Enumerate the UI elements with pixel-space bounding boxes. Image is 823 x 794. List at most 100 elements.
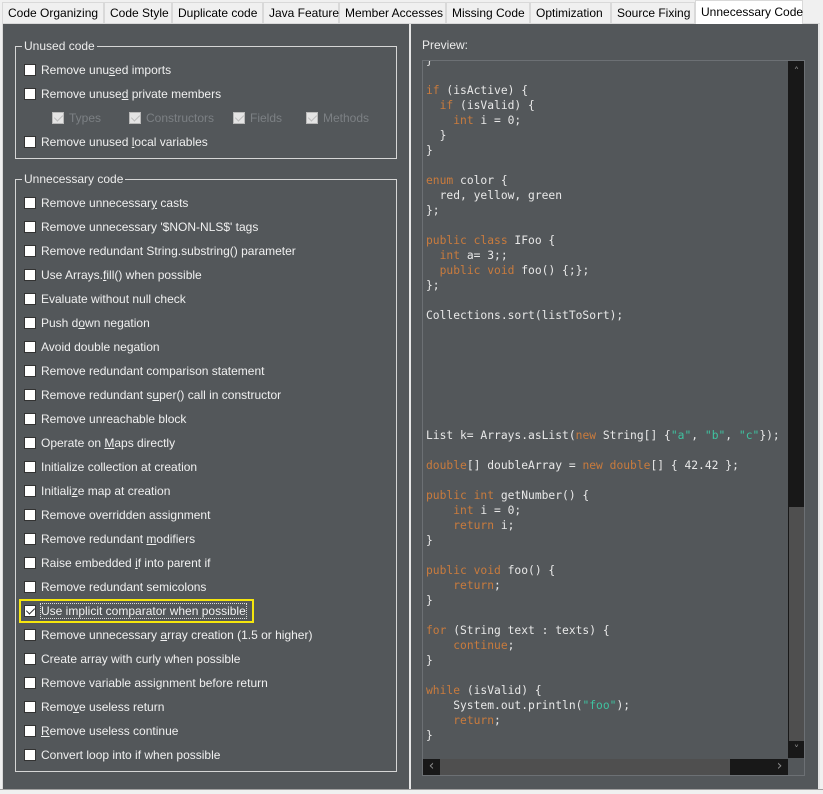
scroll-down-icon[interactable]: ˅: [788, 741, 804, 758]
code-keyword: double: [426, 459, 467, 472]
tab-java-feature[interactable]: Java Feature: [263, 2, 339, 24]
preview-code-area[interactable]: } if (isActive) { if (isValid) { int i = …: [422, 60, 805, 776]
checkbox-box[interactable]: [24, 269, 36, 281]
avoid-double-negation-checkbox[interactable]: Avoid double negation: [24, 339, 160, 355]
remove-unnecessary-non-nls-tags-checkbox[interactable]: Remove unnecessary '$NON-NLS$' tags: [24, 219, 258, 235]
sub-option-methods-checkbox[interactable]: Methods: [306, 110, 369, 126]
unnecessary-code-page: Unused code Remove unused imports Remove…: [2, 23, 820, 790]
checkbox-box[interactable]: [24, 64, 36, 76]
remove-redundant-modifiers-checkbox[interactable]: Remove redundant modifiers: [24, 531, 195, 547]
create-array-with-curly-when-possible-checkbox[interactable]: Create array with curly when possible: [24, 651, 240, 667]
checkbox-box[interactable]: [24, 341, 36, 353]
unnecessary-code-title: Unnecessary code: [22, 172, 126, 186]
checkbox-box[interactable]: [24, 629, 36, 641]
remove-redundant-string-substring-parameter-checkbox[interactable]: Remove redundant String.substring() para…: [24, 243, 296, 259]
vertical-scroll-thumb[interactable]: [789, 507, 804, 741]
code-line: public int getNumber() {: [426, 488, 780, 503]
checkbox-box[interactable]: [24, 365, 36, 377]
checkbox-box[interactable]: [24, 725, 36, 737]
code-text: (isValid) {: [453, 99, 535, 112]
option-label: Remove redundant comparison statement: [41, 364, 265, 378]
code-line: if (isValid) {: [426, 98, 780, 113]
convert-loop-into-if-when-possible-checkbox[interactable]: Convert loop into if when possible: [24, 747, 220, 763]
raise-embedded-if-into-parent-if-checkbox[interactable]: Raise embedded if into parent if: [24, 555, 210, 571]
remove-useless-return-checkbox[interactable]: Remove useless return: [24, 699, 164, 715]
initialize-map-at-creation-checkbox[interactable]: Initialize map at creation: [24, 483, 170, 499]
option-label: Push down negation: [41, 316, 150, 330]
scroll-left-icon[interactable]: ‹: [423, 758, 440, 775]
checkbox-box[interactable]: [233, 112, 245, 124]
sub-option-fields-checkbox[interactable]: Fields: [233, 110, 282, 126]
checkbox-box[interactable]: [52, 112, 64, 124]
operate-on-maps-directly-checkbox[interactable]: Operate on Maps directly: [24, 435, 175, 451]
checkbox-box[interactable]: [24, 245, 36, 257]
tab-source-fixing[interactable]: Source Fixing: [611, 2, 695, 24]
code-keyword: if: [426, 84, 440, 97]
checkbox-box[interactable]: [24, 653, 36, 665]
tab-duplicate-code[interactable]: Duplicate code: [172, 2, 263, 24]
tab-code-organizing[interactable]: Code Organizing: [2, 2, 104, 24]
checkbox-box[interactable]: [24, 88, 36, 100]
scroll-up-icon[interactable]: ˄: [788, 63, 804, 80]
push-down-negation-checkbox[interactable]: Push down negation: [24, 315, 150, 331]
checkbox-box[interactable]: [24, 557, 36, 569]
checkbox-box[interactable]: [24, 197, 36, 209]
sub-option-label: Methods: [323, 111, 370, 125]
remove-unused-local-variables-checkbox[interactable]: Remove unused local variables: [24, 134, 208, 150]
remove-redundant-comparison-statement-checkbox[interactable]: Remove redundant comparison statement: [24, 363, 264, 379]
checkbox-box[interactable]: [24, 437, 36, 449]
remove-unreachable-block-checkbox[interactable]: Remove unreachable block: [24, 411, 186, 427]
tab-member-accesses[interactable]: Member Accesses: [339, 2, 446, 24]
code-line: enum color {: [426, 173, 780, 188]
checkbox-box[interactable]: [24, 749, 36, 761]
remove-redundant-semicolons-checkbox[interactable]: Remove redundant semicolons: [24, 579, 206, 595]
horizontal-scrollbar[interactable]: ‹ ›: [423, 758, 788, 775]
remove-overridden-assignment-checkbox[interactable]: Remove overridden assignment: [24, 507, 210, 523]
checkbox-box[interactable]: [129, 112, 141, 124]
initialize-collection-at-creation-checkbox[interactable]: Initialize collection at creation: [24, 459, 197, 475]
horizontal-scroll-thumb[interactable]: [440, 759, 730, 775]
tab-code-style[interactable]: Code Style: [104, 2, 172, 24]
remove-variable-assignment-before-return-checkbox[interactable]: Remove variable assignment before return: [24, 675, 268, 691]
checkbox-box[interactable]: [24, 461, 36, 473]
code-text: ,: [725, 429, 739, 442]
code-text: }: [426, 534, 433, 547]
tab-optimization[interactable]: Optimization: [530, 2, 611, 24]
checkbox-box[interactable]: [24, 701, 36, 713]
code-keyword: int: [453, 114, 474, 127]
checkbox-box[interactable]: [24, 389, 36, 401]
tab-unnecessary-code[interactable]: Unnecessary Code: [695, 0, 803, 24]
tab-missing-code[interactable]: Missing Code: [446, 2, 530, 24]
sub-option-constructors-checkbox[interactable]: Constructors: [129, 110, 214, 126]
checkbox-box[interactable]: [24, 317, 36, 329]
vertical-scrollbar[interactable]: ˄ ˅: [788, 61, 804, 758]
code-text: getNumber() {: [494, 489, 590, 502]
checkbox-box[interactable]: [24, 509, 36, 521]
sub-option-types-checkbox[interactable]: Types: [52, 110, 101, 126]
remove-useless-continue-checkbox[interactable]: Remove useless continue: [24, 723, 178, 739]
checkbox-box[interactable]: [24, 413, 36, 425]
remove-unnecessary-array-creation-1-5-or-higher-checkbox[interactable]: Remove unnecessary array creation (1.5 o…: [24, 627, 312, 643]
checkbox-box[interactable]: [24, 136, 36, 148]
panel-splitter[interactable]: [409, 24, 411, 790]
checkbox-box[interactable]: [24, 221, 36, 233]
remove-redundant-super-call-in-constructor-checkbox[interactable]: Remove redundant super() call in constru…: [24, 387, 281, 403]
remove-unused-private-members-checkbox[interactable]: Remove unused private members: [24, 86, 221, 102]
use-arrays-fill-when-possible-checkbox[interactable]: Use Arrays.fill() when possible: [24, 267, 202, 283]
checkbox-box[interactable]: [24, 533, 36, 545]
checkbox-box[interactable]: [306, 112, 318, 124]
scroll-right-icon[interactable]: ›: [771, 758, 788, 775]
code-string: "foo": [582, 699, 617, 712]
code-text: }: [426, 129, 447, 142]
evaluate-without-null-check-checkbox[interactable]: Evaluate without null check: [24, 291, 186, 307]
checkbox-box[interactable]: [24, 581, 36, 593]
remove-unnecessary-casts-checkbox[interactable]: Remove unnecessary casts: [24, 195, 188, 211]
checkbox-box[interactable]: [24, 485, 36, 497]
code-text: color {: [453, 174, 508, 187]
remove-unused-imports-checkbox[interactable]: Remove unused imports: [24, 62, 171, 78]
checkbox-box[interactable]: [24, 677, 36, 689]
code-text: Collections.sort(listToSort);: [426, 309, 624, 322]
checkbox-box[interactable]: [24, 293, 36, 305]
